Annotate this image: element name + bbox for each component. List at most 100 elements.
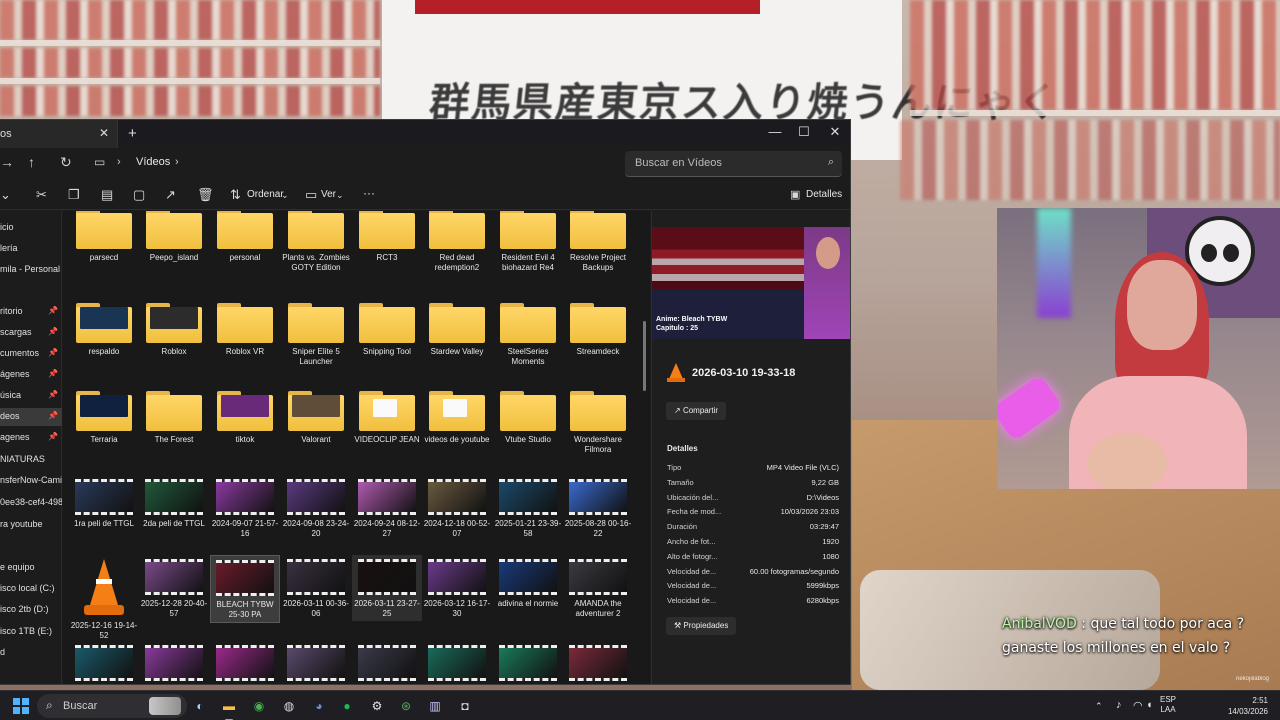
video-file-item[interactable]: 2026-03-11 23-27-25: [352, 555, 422, 621]
chevron-right-icon[interactable]: ›: [117, 156, 121, 168]
close-tab-icon[interactable]: ✕: [99, 126, 109, 140]
share-button[interactable]: ↗ Compartir: [666, 402, 727, 420]
folder-item[interactable]: Stardew Valley: [422, 299, 492, 359]
sidebar-item[interactable]: agenes 📌: [0, 429, 62, 447]
taskbar-search[interactable]: ⌕ Buscar: [37, 694, 187, 718]
view-button[interactable]: Ver: [321, 189, 336, 200]
video-file-item[interactable]: 2026-03-11 00-36-06: [281, 555, 351, 621]
folder-item[interactable]: Plants vs. Zombies GOTY Edition: [281, 211, 351, 275]
chevron-up-icon[interactable]: ⌃: [1095, 701, 1103, 712]
delete-icon[interactable]: 🗑: [197, 187, 214, 203]
sidebar-item[interactable]: nsferNow-Cami: [0, 472, 62, 490]
video-file-item[interactable]: 2025-12-28 20-40-57: [139, 555, 209, 621]
video-file-item[interactable]: BLEACH TYBW 8-13 para editar: [281, 641, 351, 684]
folder-item[interactable]: Sniper Elite 5 Launcher: [281, 299, 351, 369]
new-chevron-icon[interactable]: ⌄: [0, 187, 11, 203]
video-file-item[interactable]: AT-cm_11661103 57: [139, 641, 209, 684]
chevron-down-icon[interactable]: ⌄: [281, 190, 289, 201]
video-file-item[interactable]: 2025-08-28 00-16-22: [563, 475, 633, 541]
network-icon[interactable]: ◠: [1133, 699, 1143, 712]
xbox-icon[interactable]: ⊛: [395, 695, 417, 717]
sidebar-item[interactable]: ra youtube: [0, 516, 62, 534]
details-pane-icon[interactable]: ▣: [790, 188, 800, 201]
search-input[interactable]: Buscar en Vídeos ⌕: [625, 151, 842, 177]
forward-arrow-icon[interactable]: →: [0, 154, 14, 170]
sidebar-item[interactable]: ritorio 📌: [0, 303, 62, 321]
sidebar-item[interactable]: NIATURAS: [0, 451, 62, 469]
folder-item[interactable]: Valorant: [281, 387, 351, 447]
monitor-icon[interactable]: ▭: [94, 155, 105, 169]
sidebar-item[interactable]: ágenes 📌: [0, 366, 62, 384]
file-explorer-icon[interactable]: ▬: [218, 695, 240, 720]
folder-item[interactable]: personal: [210, 211, 280, 265]
folder-item[interactable]: RCT3: [352, 211, 422, 265]
video-file-item[interactable]: 2024-09-24 08-12-27: [352, 475, 422, 541]
folder-item[interactable]: Vtube Studio: [493, 387, 563, 447]
folder-item[interactable]: videos de youtube: [422, 387, 492, 447]
up-arrow-icon[interactable]: ↑: [28, 154, 35, 170]
clock[interactable]: 2:51 14/03/2026: [1218, 695, 1268, 717]
sidebar-item[interactable]: deos 📌: [0, 408, 62, 426]
sidebar-item[interactable]: e equipo: [0, 559, 62, 577]
video-file-item[interactable]: BLEACH TYBW 20-22: [422, 641, 492, 684]
breadcrumb-videos[interactable]: Vídeos: [136, 156, 170, 168]
view-icon[interactable]: ▭: [305, 187, 317, 203]
minimize-icon[interactable]: —: [765, 124, 785, 139]
video-file-item[interactable]: BLEACH TYBW 23-24: [563, 641, 633, 684]
folder-item[interactable]: Roblox VR: [210, 299, 280, 359]
close-window-icon[interactable]: ✕: [825, 124, 845, 140]
folder-item[interactable]: Peepo_island: [139, 211, 209, 265]
more-options-button[interactable]: ···: [363, 186, 375, 200]
sidebar-item[interactable]: icio: [0, 219, 62, 237]
video-file-item[interactable]: 2024-12-18 00-52-07: [422, 475, 492, 541]
microphone-icon[interactable]: ♪: [1116, 699, 1122, 711]
windows-start-icon[interactable]: [13, 698, 29, 714]
sidebar-item[interactable]: lería: [0, 240, 62, 258]
folder-item[interactable]: Streamdeck: [563, 299, 633, 359]
video-file-item[interactable]: BLEACH TYBW 25-30 PA: [210, 555, 280, 623]
sidebar-item[interactable]: úsica 📌: [0, 387, 62, 405]
sidebar-item[interactable]: cumentos 📌: [0, 345, 62, 363]
video-file-item[interactable]: BLEACH TYBW 20-24 PARA EDITAR: [493, 641, 563, 684]
video-file-item[interactable]: AT-cm_11936954 15: [210, 641, 280, 684]
video-file-item[interactable]: 2024-09-08 23-24-20: [281, 475, 351, 541]
scrollbar[interactable]: [643, 321, 646, 391]
discord-icon[interactable]: ◕: [308, 695, 330, 717]
folder-item[interactable]: SteelSeries Moments: [493, 299, 563, 369]
video-file-item[interactable]: ARCOS NARUTO: [69, 641, 139, 684]
folder-item[interactable]: tiktok: [210, 387, 280, 447]
sidebar-item[interactable]: 0ee38-cef4-498: [0, 494, 62, 512]
video-file-item[interactable]: 2025-01-21 23-39-58: [493, 475, 563, 541]
folder-item[interactable]: parsecd: [69, 211, 139, 265]
video-file-item[interactable]: 1ra peli de TTGL: [69, 475, 139, 531]
folder-item[interactable]: Snipping Tool: [352, 299, 422, 359]
maximize-icon[interactable]: ☐: [794, 124, 814, 140]
video-file-item[interactable]: 2da peli de TTGL: [139, 475, 209, 531]
details-button[interactable]: Detalles: [806, 189, 842, 200]
audio-icon[interactable]: ▥: [424, 695, 446, 717]
video-file-item[interactable]: 2026-03-12 16-17-30: [422, 555, 492, 621]
folder-item[interactable]: Terraria: [69, 387, 139, 447]
sort-icon[interactable]: ⇅: [230, 187, 241, 203]
copilot-icon[interactable]: ◐: [189, 695, 211, 717]
folder-item[interactable]: Roblox: [139, 299, 209, 359]
volume-icon[interactable]: ◖: [1146, 699, 1153, 711]
app-icon[interactable]: ◘: [454, 695, 476, 717]
sort-button[interactable]: Ordenar: [247, 189, 284, 200]
folder-item[interactable]: VIDEOCLIP JEAN: [352, 387, 422, 447]
chrome-icon[interactable]: ◉: [248, 695, 270, 717]
paste-icon[interactable]: ▤: [101, 187, 113, 203]
copy-icon[interactable]: ❐: [68, 187, 80, 203]
obs-icon[interactable]: ◍: [278, 695, 300, 717]
video-file-item[interactable]: adivina el normie: [493, 555, 563, 611]
sidebar-item[interactable]: mila - Personal: [0, 261, 62, 279]
folder-item[interactable]: Resident Evil 4 biohazard Re4: [493, 211, 563, 275]
sidebar-item[interactable]: isco 2tb (D:): [0, 601, 62, 619]
refresh-icon[interactable]: ↻: [60, 154, 72, 171]
sidebar-item[interactable]: scargas 📌: [0, 324, 62, 342]
video-file-item[interactable]: AMANDA the adventurer 2: [563, 555, 633, 621]
folder-item[interactable]: Red dead redemption2: [422, 211, 492, 275]
folder-item[interactable]: Wondershare Filmora: [563, 387, 633, 457]
rename-icon[interactable]: ▢: [133, 187, 145, 203]
folder-item[interactable]: Resolve Project Backups: [563, 211, 633, 275]
